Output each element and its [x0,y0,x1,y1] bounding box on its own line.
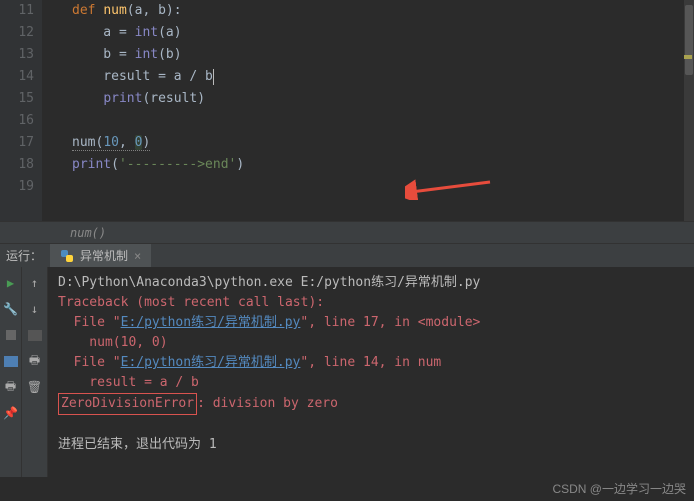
code-line: print('--------->end') [72,154,694,176]
line-number: 17 [0,132,34,154]
console-output[interactable]: D:\Python\Anaconda3\python.exe E:/python… [48,267,694,477]
line-number: 12 [0,22,34,44]
run-toolbar-left: ▶ 🔧 🖶 📌 [0,267,22,477]
console-line: num(10, 0) [58,333,684,353]
run-panel-header: 运行： 异常机制 × [0,243,694,267]
trash-icon[interactable]: 🗑 [27,379,43,395]
code-line: a = int(a) [72,22,694,44]
run-toolbar-mid: ↑ ↓ 🖶 🗑 [22,267,48,477]
code-line: num(10, 0) [72,132,694,154]
run-tab[interactable]: 异常机制 × [50,244,151,267]
run-tab-label: 异常机制 [80,247,128,264]
file-link[interactable]: E:/python练习/异常机制.py [121,315,301,330]
console-line: ZeroDivisionError: division by zero [58,393,684,415]
line-gutter: 11 12 13 14 15 16 17 18 19 [0,0,42,221]
soft-wrap-icon[interactable] [27,327,43,343]
wrench-icon[interactable]: 🔧 [3,301,19,317]
scroll-up-icon[interactable]: ↑ [27,275,43,291]
line-number: 13 [0,44,34,66]
code-line [72,176,694,198]
console-line: 进程已结束，退出代码为 1 [58,435,684,455]
file-link[interactable]: E:/python练习/异常机制.py [121,355,301,370]
close-icon[interactable]: × [134,249,141,263]
run-play-icon[interactable]: ▶ [3,275,19,291]
editor-area: 11 12 13 14 15 16 17 18 19 def num(a, b)… [0,0,694,221]
editor-scrollbar[interactable] [684,0,694,221]
console-line: File "E:/python练习/异常机制.py", line 14, in … [58,353,684,373]
print-icon[interactable]: 🖶 [27,353,43,369]
watermark: CSDN @一边学习一边哭 [552,480,686,497]
warning-marker[interactable] [684,55,692,59]
line-number: 19 [0,176,34,198]
python-icon [60,249,74,263]
scrollbar-thumb[interactable] [685,5,693,75]
line-number: 16 [0,110,34,132]
console-line [58,415,684,435]
scroll-down-icon[interactable]: ↓ [27,301,43,317]
pin-icon[interactable]: 📌 [3,405,19,421]
console-line: D:\Python\Anaconda3\python.exe E:/python… [58,273,684,293]
code-area[interactable]: def num(a, b): a = int(a) b = int(b) res… [42,0,694,221]
print-icon[interactable]: 🖶 [3,379,19,395]
line-number: 15 [0,88,34,110]
run-panel-body: ▶ 🔧 🖶 📌 ↑ ↓ 🖶 🗑 D:\Python\Anaconda3\pyth… [0,267,694,477]
line-number: 18 [0,154,34,176]
stop-icon[interactable] [3,327,19,343]
code-line: result = a / b [72,66,694,88]
console-line: Traceback (most recent call last): [58,293,684,313]
error-name-box: ZeroDivisionError [58,393,197,415]
code-line: print(result) [72,88,694,110]
console-line: result = a / b [58,373,684,393]
run-label: 运行： [6,247,42,264]
code-line: def num(a, b): [72,0,694,22]
line-number: 14 [0,66,34,88]
toggle-soft-wrap-icon[interactable] [3,353,19,369]
line-number: 11 [0,0,34,22]
code-line [72,110,694,132]
console-line: File "E:/python练习/异常机制.py", line 17, in … [58,313,684,333]
code-line: b = int(b) [72,44,694,66]
